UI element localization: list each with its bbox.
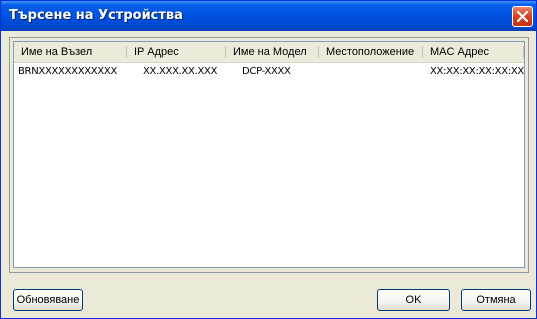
refresh-button[interactable]: Обновяване <box>13 289 83 311</box>
cell-ip-address: XX.XXX.XX.XXX <box>143 66 218 77</box>
cell-model-name: DCP-XXXX <box>242 66 291 77</box>
close-icon <box>517 11 528 22</box>
search-devices-dialog: Търсене на Устройства Име на Възел IP Ад… <box>0 0 537 319</box>
column-header-model-name[interactable]: Име на Модел <box>226 42 319 62</box>
refresh-button-label: Обновяване <box>16 294 80 306</box>
ok-button-label: OK <box>405 294 422 306</box>
device-list[interactable]: Име на Възел IP Адрес Име на Модел Место… <box>13 41 525 268</box>
table-row[interactable]: BRNXXXXXXXXXXXX XX.XXX.XX.XXX DCP-XXXX X… <box>14 65 524 79</box>
cell-node-name: BRNXXXXXXXXXXXX <box>18 66 117 77</box>
column-header-mac-address[interactable]: MAC Адрес <box>423 42 524 62</box>
title-bar[interactable]: Търсене на Устройства <box>1 1 536 31</box>
column-header-node-name[interactable]: Име на Възел <box>14 42 127 62</box>
cell-mac-address: XX:XX:XX:XX:XX:XX <box>430 66 524 77</box>
cancel-button[interactable]: Отмяна <box>461 289 531 311</box>
cancel-button-label: Отмяна <box>476 294 516 306</box>
column-header-location[interactable]: Местоположение <box>319 42 423 62</box>
list-header: Име на Възел IP Адрес Име на Модел Место… <box>14 42 524 63</box>
cell-location <box>319 65 423 79</box>
ok-button[interactable]: OK <box>377 289 450 311</box>
close-button[interactable] <box>512 6 533 27</box>
column-header-ip-address[interactable]: IP Адрес <box>127 42 226 62</box>
window-title: Търсене на Устройства <box>9 8 183 23</box>
